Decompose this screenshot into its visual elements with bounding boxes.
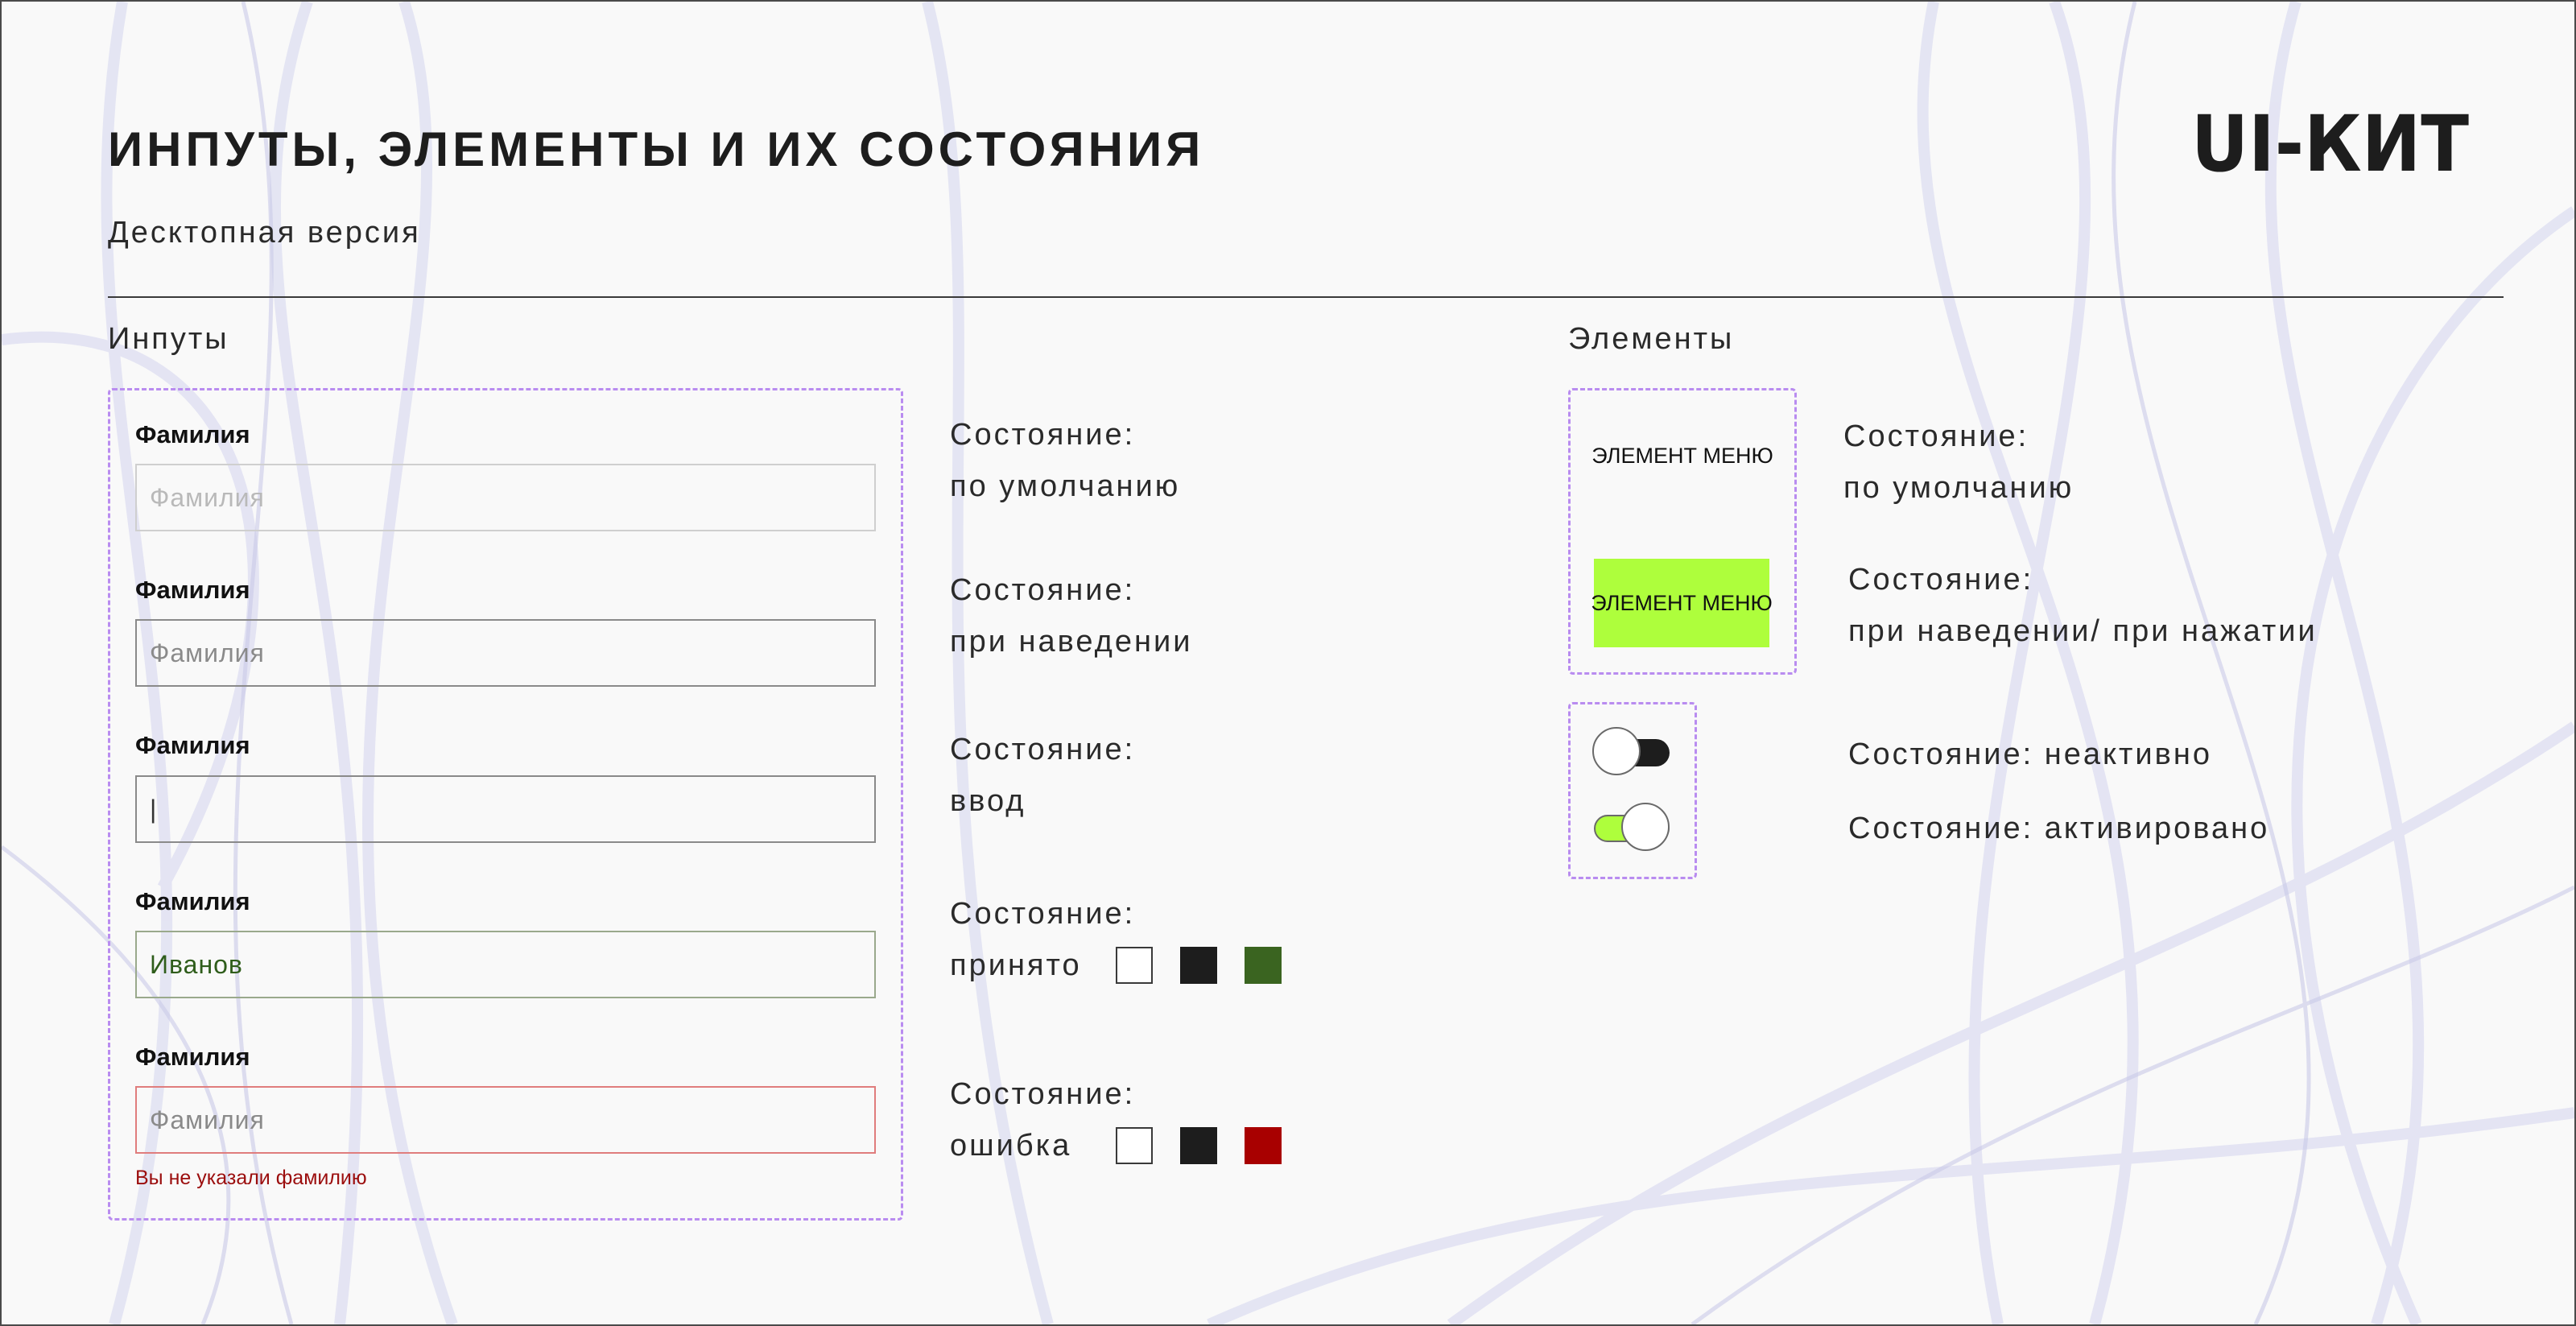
state-name: по умолчанию bbox=[1843, 471, 2074, 505]
swatch-error-accent bbox=[1245, 1127, 1282, 1164]
svg-text:UI-КИТ: UI-КИТ bbox=[2191, 106, 2469, 179]
header-divider bbox=[108, 296, 2504, 298]
field-label-accepted: Фамилия bbox=[135, 887, 250, 915]
error-message: Вы не указали фамилию bbox=[135, 1167, 367, 1189]
toggle-knob bbox=[1592, 727, 1641, 775]
state-title: Состояние: bbox=[1848, 563, 2034, 597]
state-title: Состояние: bbox=[950, 418, 1136, 452]
toggle-knob bbox=[1621, 803, 1670, 851]
menu-item-default[interactable]: ЭЛЕМЕНТ МЕНЮ bbox=[1568, 444, 1797, 469]
swatch-accepted-text bbox=[1180, 947, 1217, 984]
state-title: Состояние: bbox=[950, 1077, 1136, 1111]
elements-section-label: Элементы bbox=[1568, 322, 1735, 356]
state-name: при наведении/ при нажатии bbox=[1848, 614, 2318, 648]
artboard: ИНПУТЫ, ЭЛЕМЕНТЫ И ИХ СОСТОЯНИЯ Десктопн… bbox=[0, 0, 2576, 1326]
state-accepted: Состояние: принято bbox=[950, 888, 1135, 991]
state-title: Состояние: bbox=[950, 733, 1136, 766]
swatch-error-text bbox=[1180, 1127, 1217, 1164]
menu-state-default: Состояние: по умолчанию bbox=[1843, 411, 2074, 514]
page-subtitle: Десктопная версия bbox=[108, 216, 421, 250]
toggle-on[interactable] bbox=[1592, 803, 1673, 853]
menu-item-label: ЭЛЕМЕНТ МЕНЮ bbox=[1591, 590, 1773, 615]
surname-input-accepted[interactable] bbox=[135, 931, 876, 998]
state-name: по умолчанию bbox=[950, 469, 1181, 503]
menu-state-hover: Состояние: при наведении/ при нажатии bbox=[1848, 554, 2318, 657]
field-label-typing: Фамилия bbox=[135, 731, 250, 759]
toggle-state-off: Состояние: неактивно bbox=[1848, 737, 2212, 771]
state-name: при наведении bbox=[950, 625, 1193, 659]
page-title: ИНПУТЫ, ЭЛЕМЕНТЫ И ИХ СОСТОЯНИЯ bbox=[108, 122, 1205, 176]
ui-kit-logo: UI-КИТ bbox=[2191, 106, 2469, 179]
swatch-accepted-accent bbox=[1245, 947, 1282, 984]
toggle-off[interactable] bbox=[1592, 727, 1673, 777]
state-hover: Состояние: при наведении bbox=[950, 564, 1192, 667]
field-label-default: Фамилия bbox=[135, 420, 250, 448]
field-label-hover: Фамилия bbox=[135, 576, 250, 604]
state-title: Состояние: bbox=[950, 573, 1136, 607]
state-name: ввод bbox=[950, 784, 1026, 818]
state-name: принято bbox=[950, 948, 1082, 982]
inputs-section-label: Инпуты bbox=[108, 322, 229, 356]
menu-item-hover[interactable]: ЭЛЕМЕНТ МЕНЮ bbox=[1591, 559, 1773, 647]
surname-input-default[interactable] bbox=[135, 464, 876, 531]
state-typing: Состояние: ввод bbox=[950, 724, 1135, 827]
state-default: Состояние: по умолчанию bbox=[950, 409, 1180, 512]
surname-input-hover[interactable] bbox=[135, 619, 876, 687]
swatch-error-bg bbox=[1116, 1127, 1153, 1164]
surname-input-error[interactable] bbox=[135, 1086, 876, 1154]
swatch-accepted-bg bbox=[1116, 947, 1153, 984]
state-name: ошибка bbox=[950, 1129, 1072, 1163]
state-error: Состояние: ошибка bbox=[950, 1068, 1135, 1171]
state-title: Состояние: bbox=[1843, 419, 2029, 453]
state-title: Состояние: bbox=[950, 897, 1136, 931]
surname-input-typing[interactable] bbox=[135, 775, 876, 843]
field-label-error: Фамилия bbox=[135, 1043, 250, 1071]
toggle-state-on: Состояние: активировано bbox=[1848, 812, 2270, 845]
